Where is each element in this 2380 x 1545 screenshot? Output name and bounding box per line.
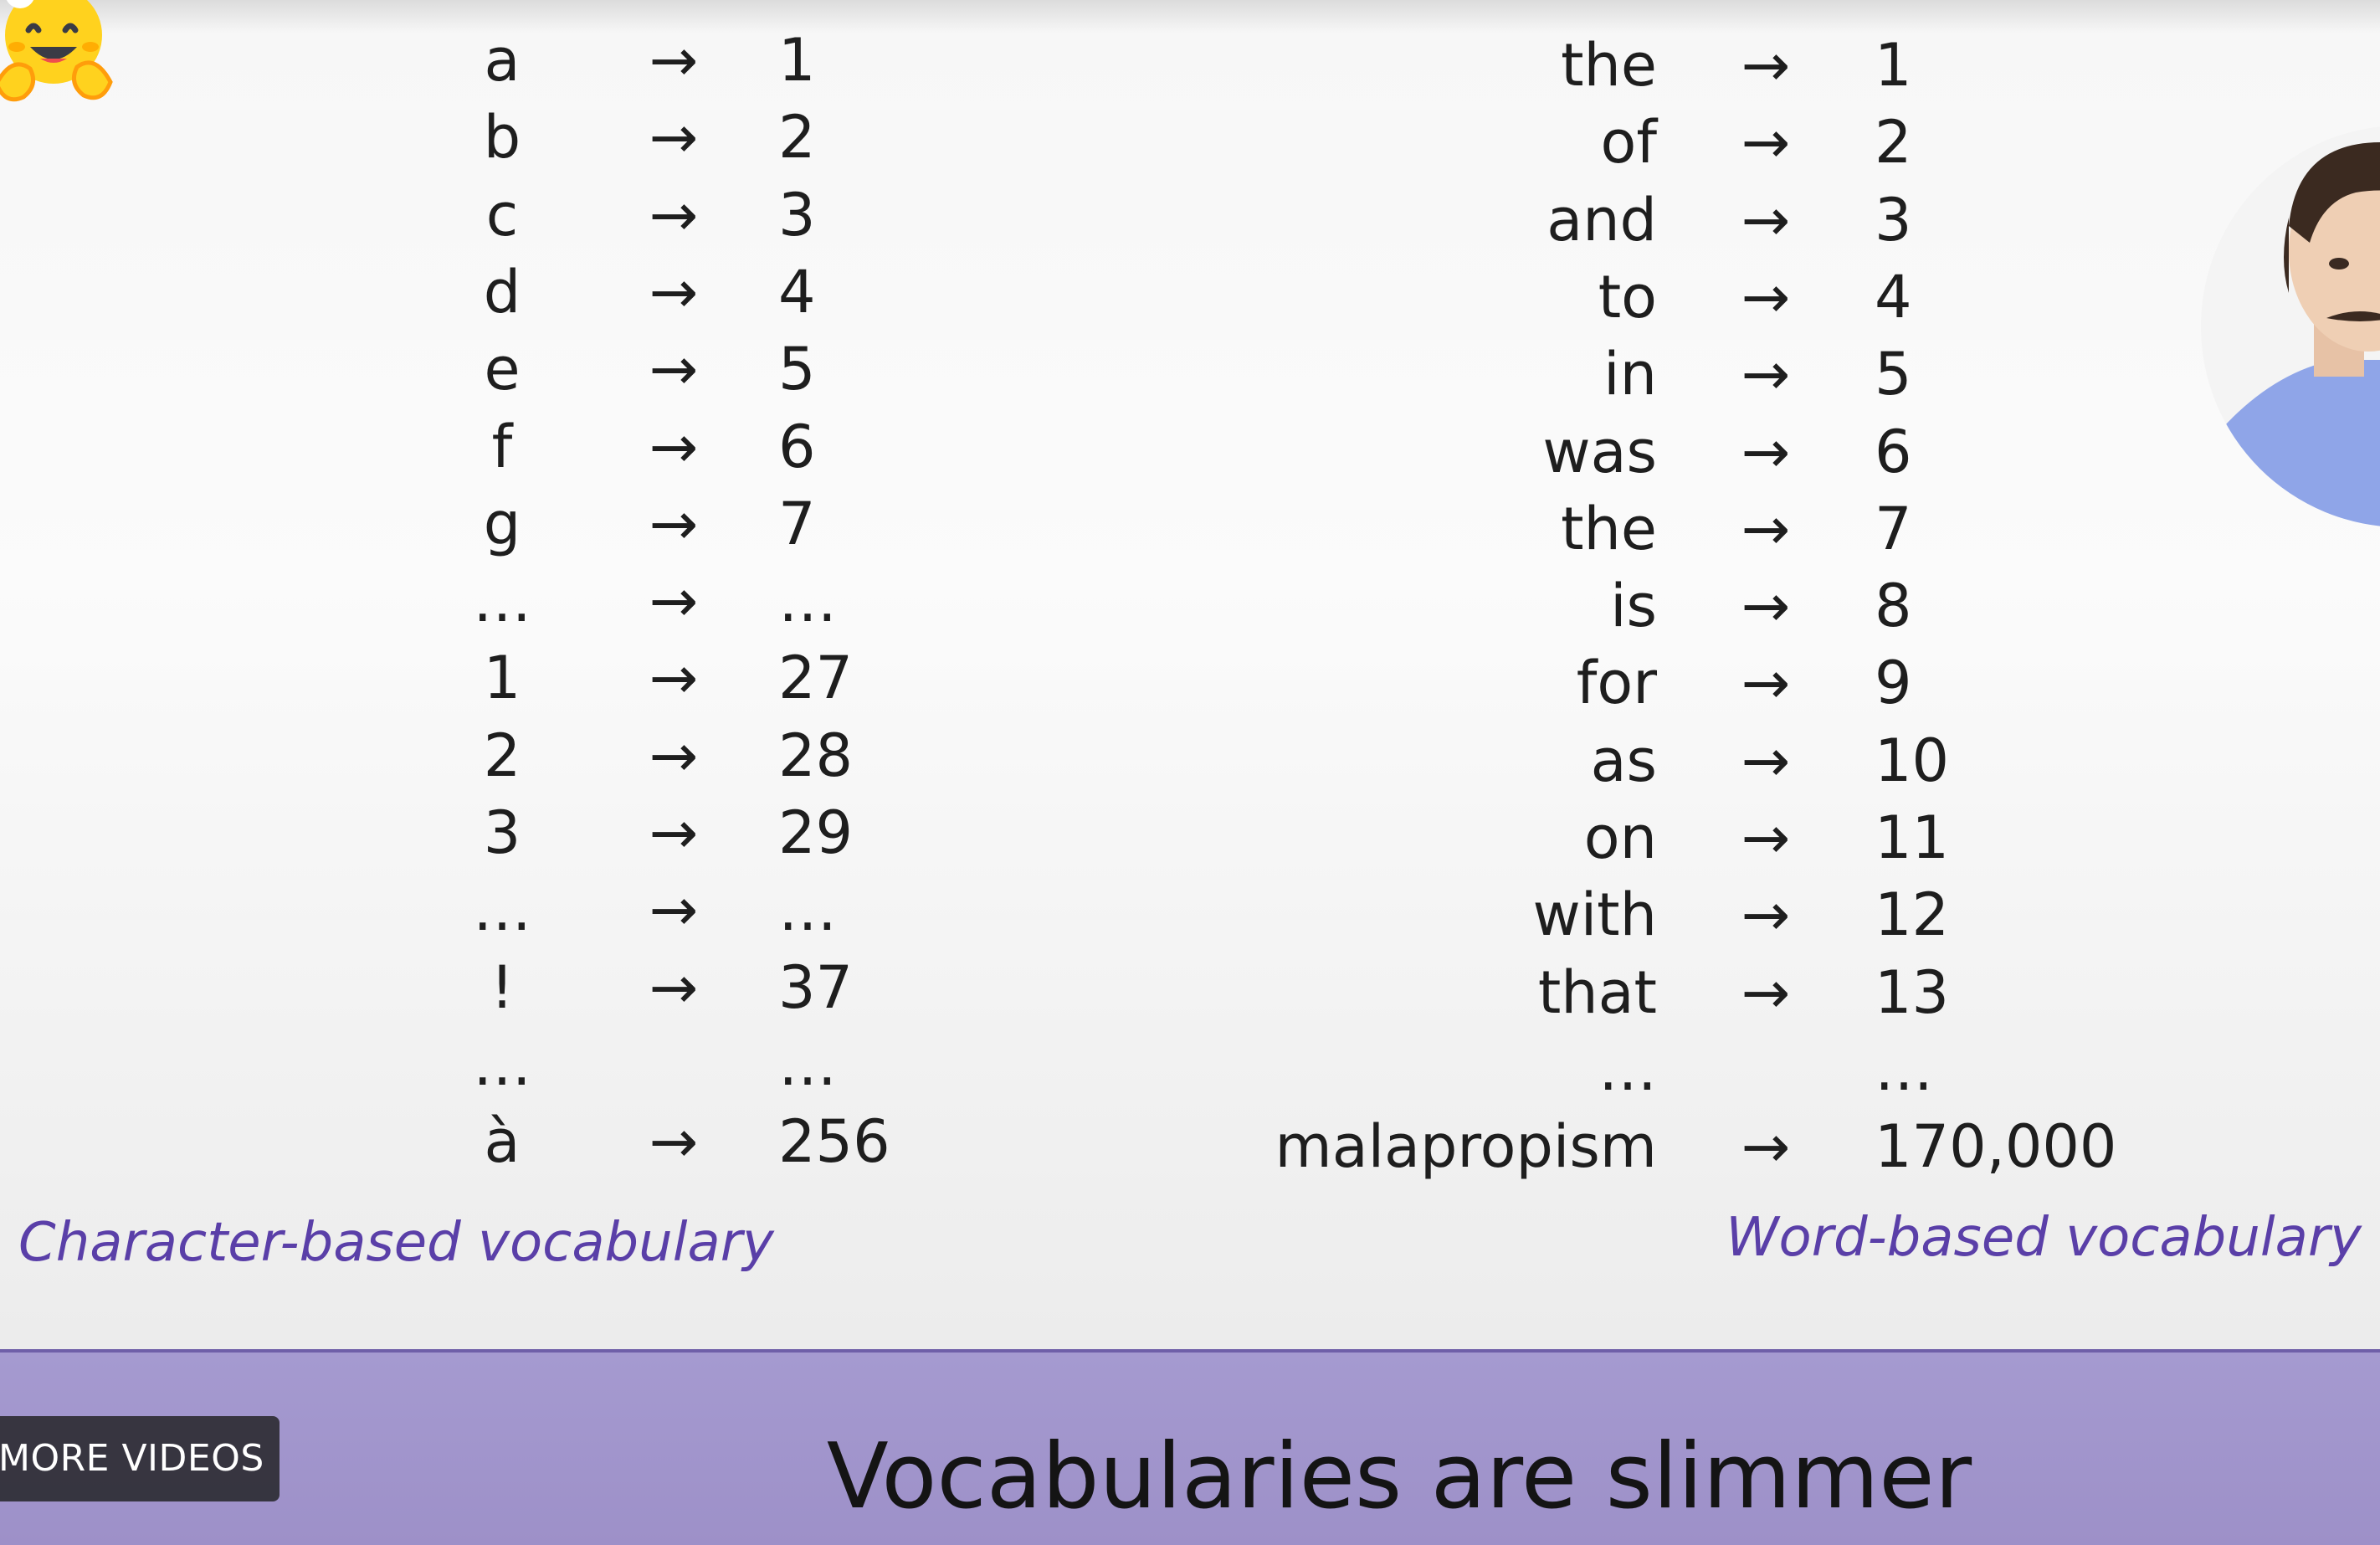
arrow-icon: → <box>1741 880 1791 950</box>
title-banner: Vocabularies are slimmer MORE VIDEOS <box>0 1349 2380 1545</box>
presenter-webcam <box>2201 126 2380 527</box>
vocab-id: 13 <box>1875 957 1950 1027</box>
arrow-icon: → <box>1741 417 1791 486</box>
vocab-token: of <box>1600 108 1657 177</box>
vocab-row: as → 10 <box>0 722 2380 799</box>
vocab-token: … <box>1598 1034 1657 1104</box>
vocab-row: was → 6 <box>0 413 2380 490</box>
arrow-icon: → <box>1741 185 1791 254</box>
vocab-token: the <box>1561 31 1657 100</box>
word-vocab-caption: Word-based vocabulary <box>1726 1207 2362 1269</box>
arrow-icon: → <box>1741 957 1791 1027</box>
arrow-icon: → <box>1741 572 1791 641</box>
vocab-token: in <box>1603 340 1657 409</box>
vocab-id: 2 <box>1875 108 1912 177</box>
vocab-id: 170,000 <box>1875 1112 2117 1182</box>
vocab-row: …… <box>0 1031 2380 1108</box>
arrow-icon: → <box>1741 1112 1791 1182</box>
vocab-id: 10 <box>1875 726 1950 795</box>
vocab-token: with <box>1532 880 1657 950</box>
vocab-id: 12 <box>1875 880 1950 950</box>
vocab-token: on <box>1583 803 1657 872</box>
arrow-icon: → <box>1741 726 1791 795</box>
vocab-token: for <box>1576 649 1657 718</box>
vocab-id: 3 <box>1875 185 1912 254</box>
arrow-icon: → <box>1741 108 1791 177</box>
vocab-id: 7 <box>1875 494 1912 563</box>
vocab-token: that <box>1537 957 1657 1027</box>
arrow-icon: → <box>1741 803 1791 872</box>
vocab-token: is <box>1610 572 1657 641</box>
arrow-icon: → <box>1741 340 1791 409</box>
vocab-token: and <box>1546 185 1657 254</box>
slide-title: Vocabularies are slimmer <box>826 1424 1972 1529</box>
vocab-id: 4 <box>1875 262 1912 331</box>
vocab-id: 8 <box>1875 572 1912 641</box>
vocab-token: to <box>1598 262 1657 331</box>
vocab-id: … <box>1875 1034 1933 1104</box>
vocab-token: the <box>1561 494 1657 563</box>
vocab-row: with → 12 <box>0 876 2380 953</box>
vocab-row: in → 5 <box>0 336 2380 413</box>
vocab-row: for → 9 <box>0 644 2380 721</box>
vocab-token: malapropism <box>1275 1112 1657 1182</box>
vocab-row: to → 4 <box>0 259 2380 336</box>
vocab-row: the → 1 <box>0 27 2380 104</box>
video-frame[interactable]: a → 1 b → 2 c → 3 d → 4 e → 5 f → 6 g → 7… →… 1 → 27 2 → 28 3 → 29… →…!… <box>0 0 2380 1545</box>
vocab-row: malapropism → 170,000 <box>0 1108 2380 1185</box>
vocab-row: is → 8 <box>0 567 2380 644</box>
character-vocab-caption: Character-based vocabulary <box>18 1212 774 1274</box>
vocab-row: on → 11 <box>0 799 2380 876</box>
word-vocab-table: the → 1 of → 2 and → 3 to → 4 in → 5 was → 6 the → 7 is → 8 for →… <box>0 0 2380 1356</box>
vocab-id: 11 <box>1875 803 1950 872</box>
vocab-id: 9 <box>1875 649 1912 718</box>
vocab-id: 1 <box>1875 31 1912 100</box>
vocab-row: that → 13 <box>0 954 2380 1031</box>
arrow-icon: → <box>1741 649 1791 718</box>
vocab-id: 6 <box>1875 417 1912 486</box>
vocab-token: as <box>1590 726 1657 795</box>
arrow-icon: → <box>1741 31 1791 100</box>
vocab-row: the → 7 <box>0 490 2380 567</box>
arrow-icon: → <box>1741 494 1791 563</box>
vocab-id: 5 <box>1875 340 1912 409</box>
arrow-icon: → <box>1741 262 1791 331</box>
vocab-row: and → 3 <box>0 182 2380 259</box>
vocab-token: was <box>1542 417 1657 486</box>
arrow-icon <box>1732 1031 1799 1108</box>
vocab-row: of → 2 <box>0 104 2380 181</box>
more-videos-button[interactable]: MORE VIDEOS <box>0 1416 280 1501</box>
